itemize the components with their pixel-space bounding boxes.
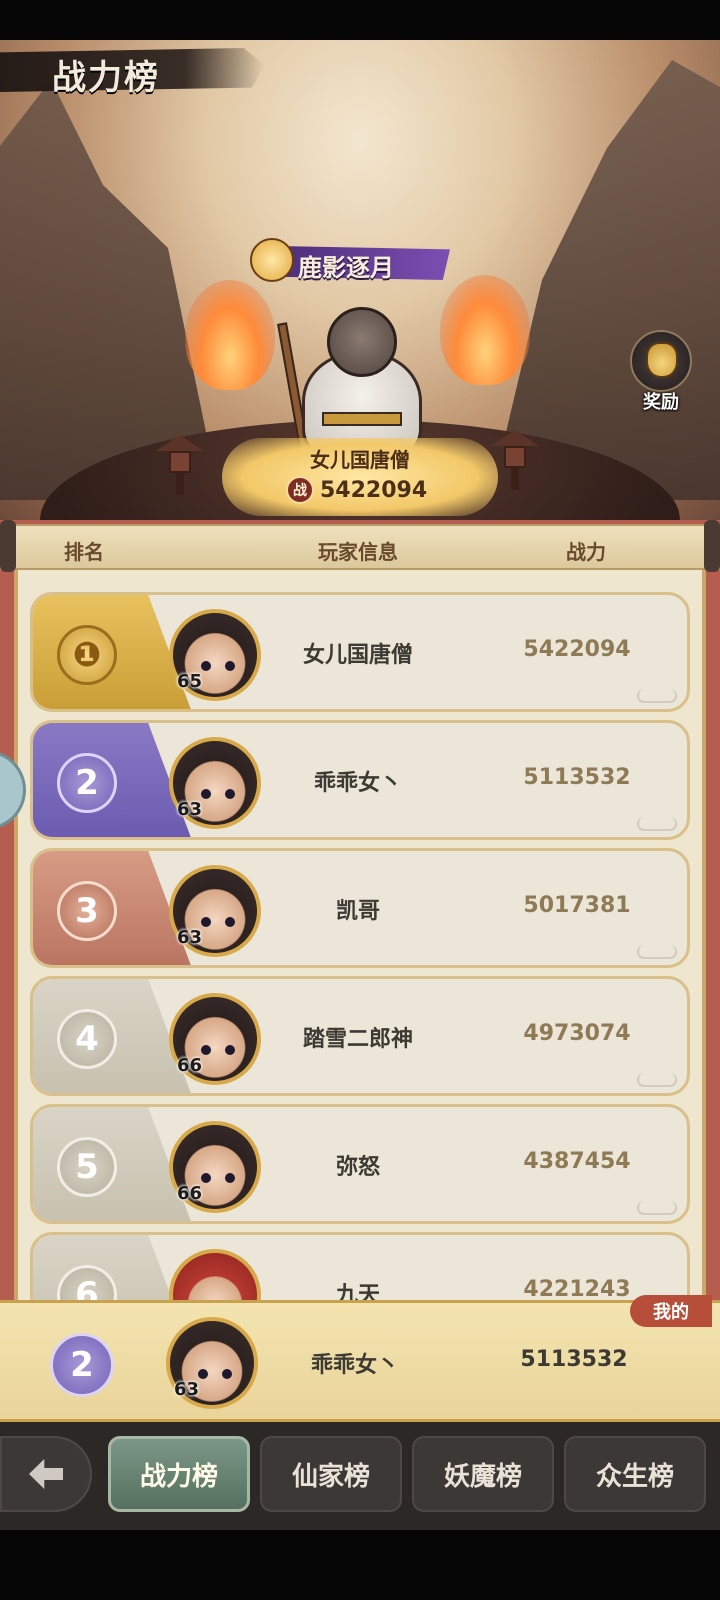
tab-beings-ranking[interactable]: 众生榜: [564, 1436, 706, 1512]
player-level: 63: [177, 927, 203, 948]
player-level: 66: [177, 1183, 203, 1204]
rank-medal: 2: [50, 1333, 114, 1397]
player-name: 女儿国唐僧: [302, 643, 413, 668]
player-name: 凯哥: [335, 899, 380, 924]
my-rank-row[interactable]: 我的 2 63 乖乖女丶 5113532: [0, 1295, 720, 1422]
tab-immortal-ranking[interactable]: 仙家榜: [260, 1436, 402, 1512]
ranking-row[interactable]: ❶ 65 女儿国唐僧 5422094: [30, 592, 690, 712]
player-level: 65: [177, 671, 203, 692]
first-place-medal-icon: ❶: [57, 625, 117, 685]
column-player-info: 玩家信息: [318, 540, 398, 564]
fire-right-icon: [440, 275, 530, 385]
ranking-row[interactable]: 4 66 踏雪二郎神 4973074: [30, 976, 690, 1096]
money-bag-icon: [646, 342, 678, 378]
status-bar: [0, 0, 720, 40]
cloud-ornament-icon: [637, 1201, 677, 1215]
ranking-row[interactable]: 3 63 凯哥 5017381: [30, 848, 690, 968]
ranking-row[interactable]: 5 66 弥怒 4387454: [30, 1104, 690, 1224]
lantern-left-icon: [156, 435, 204, 495]
ranking-row[interactable]: 2 63 乖乖女丶 5113532: [30, 720, 690, 840]
player-power: 4973074: [523, 1021, 631, 1046]
rank-medal: 5: [57, 1137, 117, 1197]
top-player-power: 5422094: [320, 477, 428, 503]
player-name: 弥怒: [335, 1155, 380, 1180]
tab-power-ranking[interactable]: 战力榜: [108, 1436, 250, 1512]
skin-name-tag: 鹿影逐月: [250, 238, 450, 286]
top-player-name: 女儿国唐僧: [310, 448, 410, 472]
player-power: 4387454: [523, 1149, 631, 1174]
player-level: 66: [177, 1055, 203, 1076]
column-header: 排名 玩家信息 战力: [0, 520, 720, 572]
power-badge-icon: 战: [286, 476, 314, 504]
skin-name: 鹿影逐月: [298, 253, 394, 282]
player-name: 乖乖女丶: [310, 1353, 399, 1378]
rank-medal: 4: [57, 1009, 117, 1069]
player-level: 63: [174, 1379, 200, 1400]
player-name: 乖乖女丶: [313, 771, 402, 796]
deer-emblem-icon: [250, 238, 294, 282]
player-power: 5422094: [523, 637, 631, 662]
player-power: 5017381: [523, 893, 631, 918]
back-arrow-icon: [29, 1459, 63, 1489]
player-level: 63: [177, 799, 203, 820]
system-navigation-bar: [0, 1530, 720, 1600]
cloud-ornament-icon: [637, 817, 677, 831]
title-banner: 战力榜: [0, 40, 270, 100]
my-rank-tag: 我的: [630, 1295, 712, 1327]
tab-demon-ranking[interactable]: 妖魔榜: [412, 1436, 554, 1512]
ranking-row[interactable]: 6 九天 4221243: [30, 1232, 690, 1310]
player-power: 5113532: [523, 765, 631, 790]
page-title: 战力榜: [52, 58, 160, 98]
cloud-ornament-icon: [637, 945, 677, 959]
back-button[interactable]: [0, 1436, 92, 1512]
fire-left-icon: [185, 280, 275, 390]
rank-medal: 3: [57, 881, 117, 941]
ranking-list[interactable]: ❶ 65 女儿国唐僧 5422094 2 63 乖乖女丶 5113532 3 6…: [30, 592, 690, 1310]
cloud-ornament-icon: [637, 689, 677, 703]
reward-button[interactable]: 奖励: [626, 330, 698, 420]
player-name: 踏雪二郎神: [302, 1027, 413, 1052]
column-power: 战力: [566, 540, 606, 564]
column-rank: 排名: [64, 540, 104, 564]
lantern-right-icon: [491, 430, 539, 490]
top-player-plate: 女儿国唐僧 战 5422094: [222, 438, 498, 518]
cloud-ornament-icon: [637, 1073, 677, 1087]
rank-medal: 2: [57, 753, 117, 813]
reward-label: 奖励: [643, 392, 679, 413]
tab-bar: 战力榜 仙家榜 妖魔榜 众生榜: [0, 1422, 720, 1530]
player-power: 5113532: [520, 1347, 628, 1372]
